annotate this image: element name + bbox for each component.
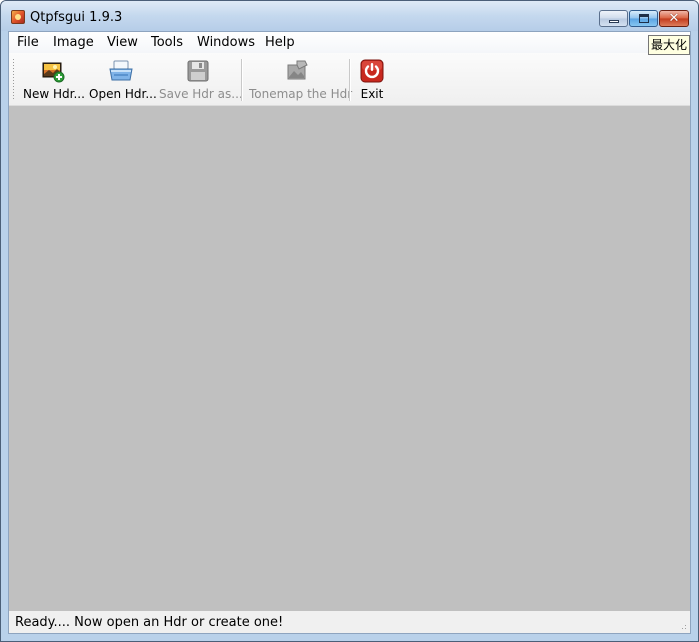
menu-bar: File Image View Tools Windows Help xyxy=(9,32,690,53)
save-icon xyxy=(187,60,209,82)
menu-windows[interactable]: Windows xyxy=(197,35,255,51)
exit-button[interactable]: Exit xyxy=(355,55,389,103)
close-button[interactable]: ✕ xyxy=(659,10,689,27)
maximize-icon xyxy=(639,14,649,23)
app-icon[interactable] xyxy=(11,10,25,24)
mdi-workspace[interactable] xyxy=(9,106,690,611)
minimize-button[interactable] xyxy=(599,10,628,27)
tonemap-hdr-button[interactable]: Tonemap the Hdr xyxy=(249,55,353,103)
minimize-icon xyxy=(609,20,619,23)
save-hdr-label: Save Hdr as... xyxy=(159,87,243,101)
main-toolbar: New Hdr... Open Hdr... Save Hdr as... To… xyxy=(9,53,690,106)
toolbar-separator xyxy=(241,59,243,101)
open-hdr-label: Open Hdr... xyxy=(89,87,157,101)
open-hdr-button[interactable]: Open Hdr... xyxy=(89,55,157,103)
maximize-button[interactable] xyxy=(629,10,658,27)
maximize-tooltip: 最大化 xyxy=(648,35,690,55)
status-bar: Ready.... Now open an Hdr or create one! xyxy=(9,611,690,633)
open-hdr-icon xyxy=(109,60,133,81)
tonemap-icon xyxy=(287,60,308,80)
close-icon: ✕ xyxy=(668,11,680,26)
menu-tools[interactable]: Tools xyxy=(151,35,183,51)
exit-icon xyxy=(360,59,384,83)
menu-image[interactable]: Image xyxy=(53,35,94,51)
window-title: Qtpfsgui 1.9.3 xyxy=(30,10,123,25)
menu-help[interactable]: Help xyxy=(265,35,295,51)
app-window: Qtpfsgui 1.9.3 ✕ 最大化 File Image View Too… xyxy=(0,0,699,642)
toolbar-separator xyxy=(349,59,351,101)
new-hdr-icon xyxy=(42,62,65,83)
save-hdr-button[interactable]: Save Hdr as... xyxy=(159,55,243,103)
exit-label: Exit xyxy=(360,87,384,101)
toolbar-grip[interactable] xyxy=(12,58,15,100)
new-hdr-button[interactable]: New Hdr... xyxy=(23,55,85,103)
menu-view[interactable]: View xyxy=(107,35,138,51)
new-hdr-label: New Hdr... xyxy=(23,87,85,101)
title-bar[interactable]: Qtpfsgui 1.9.3 ✕ xyxy=(1,1,698,31)
menu-file[interactable]: File xyxy=(17,35,39,51)
resize-grip-icon[interactable] xyxy=(678,621,688,631)
tonemap-hdr-label: Tonemap the Hdr xyxy=(249,87,353,101)
status-text: Ready.... Now open an Hdr or create one! xyxy=(15,615,284,630)
main-window-client: File Image View Tools Windows Help New H… xyxy=(8,31,691,634)
